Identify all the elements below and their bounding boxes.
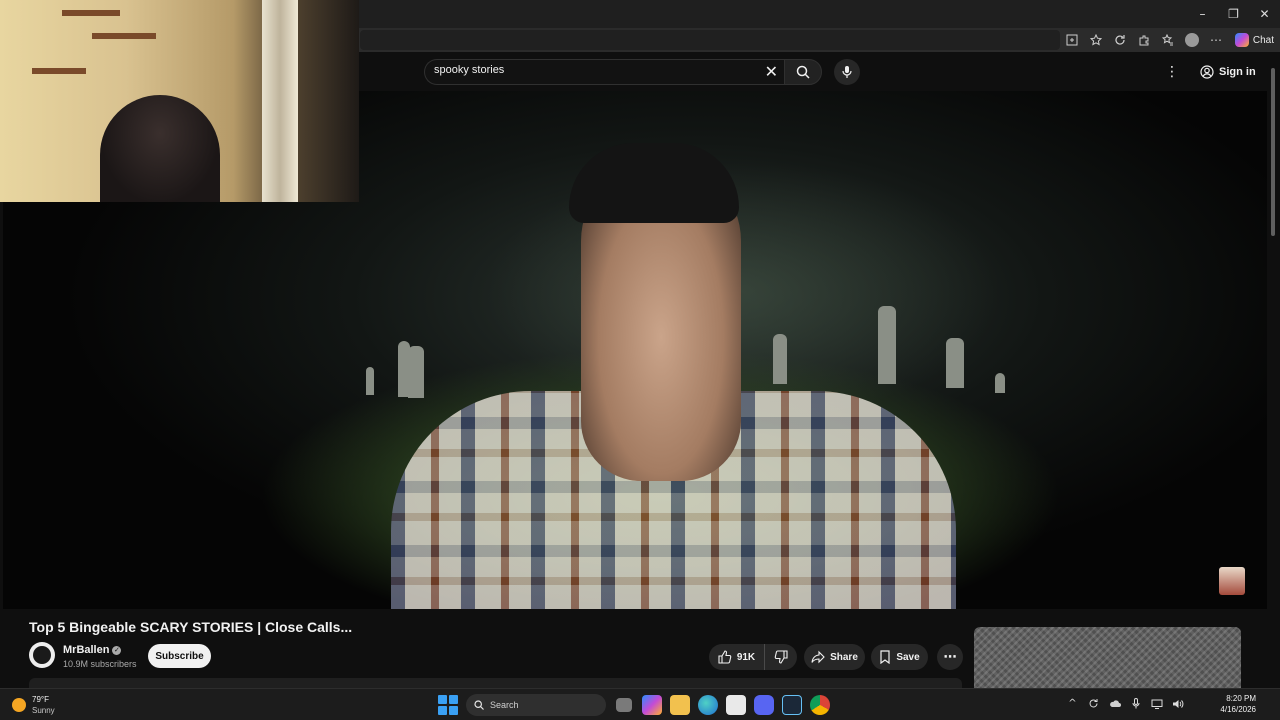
webcam-shelf [32, 68, 86, 74]
sun-icon [12, 698, 26, 712]
screen: – ❐ ✕ ⋯ Chat ✕ [0, 0, 1280, 720]
address-bar[interactable] [360, 30, 1060, 50]
search-box: ✕ [424, 59, 784, 85]
maximize-button[interactable]: ❐ [1218, 0, 1249, 28]
volume-icon[interactable] [1171, 697, 1184, 710]
edge-browser-icon[interactable] [698, 695, 718, 715]
more-actions-button[interactable]: ⋯ [937, 644, 963, 670]
share-button[interactable]: Share [804, 644, 865, 670]
search-button[interactable] [784, 59, 822, 85]
channel-watermark-icon[interactable] [1219, 567, 1245, 595]
search-icon [474, 700, 484, 710]
save-label: Save [896, 651, 920, 663]
thumbs-down-icon [774, 650, 788, 664]
copilot-chat-button[interactable]: Chat [1234, 31, 1274, 49]
refresh-icon[interactable] [1112, 32, 1128, 48]
tray-overflow-chevron-icon[interactable]: ^ [1066, 697, 1079, 710]
webcam-shelf [92, 33, 156, 39]
network-icon[interactable] [1150, 697, 1163, 710]
file-explorer-icon[interactable] [670, 695, 690, 715]
share-icon [811, 650, 825, 664]
taskbar-search[interactable]: Search [466, 694, 606, 716]
windows-taskbar: 79°F Sunny Search ^ 8:20 PM 4/16/2026 [0, 688, 1280, 720]
favorites-icon[interactable] [1160, 32, 1176, 48]
browser-toolbar-icons: ⋯ [1064, 28, 1224, 52]
microsoft-store-icon[interactable] [726, 695, 746, 715]
page-scrollbar[interactable] [1269, 56, 1277, 686]
copilot-app-icon[interactable] [642, 695, 662, 715]
onedrive-icon[interactable] [1108, 697, 1121, 710]
extensions-icon[interactable] [1136, 32, 1152, 48]
thumbs-up-icon [718, 650, 732, 664]
clear-search-icon[interactable]: ✕ [765, 62, 778, 81]
favorite-star-icon[interactable] [1088, 32, 1104, 48]
system-clock[interactable]: 8:20 PM 4/16/2026 [1220, 693, 1256, 715]
video-gravestone [995, 373, 1005, 393]
video-presenter-cap [569, 143, 739, 223]
video-gravestone [946, 338, 964, 388]
channel-name-text: MrBallen [63, 644, 110, 656]
video-gravestone [408, 346, 424, 398]
verified-badge-icon: ✓ [112, 645, 122, 655]
taskbar-search-placeholder: Search [490, 700, 519, 710]
webcam-curtain [262, 0, 298, 202]
recommended-video-thumbnail[interactable] [974, 627, 1241, 688]
share-label: Share [830, 651, 858, 663]
discord-icon[interactable] [754, 695, 774, 715]
like-dislike-group: 91K [709, 644, 797, 670]
microphone-tray-icon[interactable] [1129, 697, 1142, 710]
search-input[interactable] [434, 64, 754, 76]
save-button[interactable]: Save [871, 644, 928, 670]
clock-date: 4/16/2026 [1220, 705, 1256, 714]
video-title: Top 5 Bingeable SCARY STORIES | Close Ca… [29, 619, 353, 635]
app-available-icon[interactable] [1064, 32, 1080, 48]
voice-search-button[interactable] [834, 59, 860, 85]
subscriber-count: 10.9M subscribers [63, 659, 137, 669]
description-box[interactable] [29, 678, 962, 688]
chat-label: Chat [1252, 34, 1274, 46]
video-gravestone [773, 334, 787, 384]
like-count: 91K [736, 651, 756, 663]
system-tray: ^ [1066, 697, 1184, 710]
video-gravestone [366, 367, 374, 395]
scrollbar-thumb[interactable] [1271, 68, 1275, 236]
search-icon [796, 65, 810, 79]
sync-icon[interactable] [1087, 697, 1100, 710]
channel-avatar[interactable] [29, 642, 55, 668]
webcam-person [100, 95, 220, 202]
account-icon [1200, 65, 1214, 79]
profile-avatar-icon[interactable] [1184, 32, 1200, 48]
webcam-overlay [0, 0, 359, 202]
weather-condition: Sunny [32, 706, 55, 715]
taskbar-apps: Search [438, 693, 830, 717]
channel-name[interactable]: MrBallen ✓ [63, 644, 122, 656]
microphone-icon [842, 66, 852, 78]
window-controls: – ❐ ✕ [1187, 0, 1280, 28]
minimize-button[interactable]: – [1187, 0, 1218, 28]
close-window-button[interactable]: ✕ [1249, 0, 1280, 28]
steam-icon[interactable] [782, 695, 802, 715]
like-button[interactable]: 91K [709, 644, 765, 670]
sign-in-label: Sign in [1219, 66, 1256, 78]
browser-more-icon[interactable]: ⋯ [1208, 32, 1224, 48]
dislike-button[interactable] [765, 644, 797, 670]
video-gravestone [878, 306, 896, 384]
weather-temperature: 79°F [32, 695, 49, 704]
weather-widget[interactable]: 79°F Sunny [12, 694, 55, 716]
bookmark-icon [880, 650, 890, 664]
webcam-shelf [62, 10, 120, 16]
sign-in-button[interactable]: Sign in [1194, 60, 1262, 84]
video-background-trees [483, 161, 1003, 421]
chrome-icon[interactable] [810, 695, 830, 715]
copilot-icon [1234, 33, 1249, 47]
subscribe-button[interactable]: Subscribe [148, 644, 211, 668]
task-view-icon[interactable] [616, 698, 632, 712]
settings-menu-icon[interactable]: ⋮ [1164, 62, 1180, 82]
clock-time: 8:20 PM [1226, 694, 1256, 703]
windows-start-icon[interactable] [438, 695, 458, 715]
